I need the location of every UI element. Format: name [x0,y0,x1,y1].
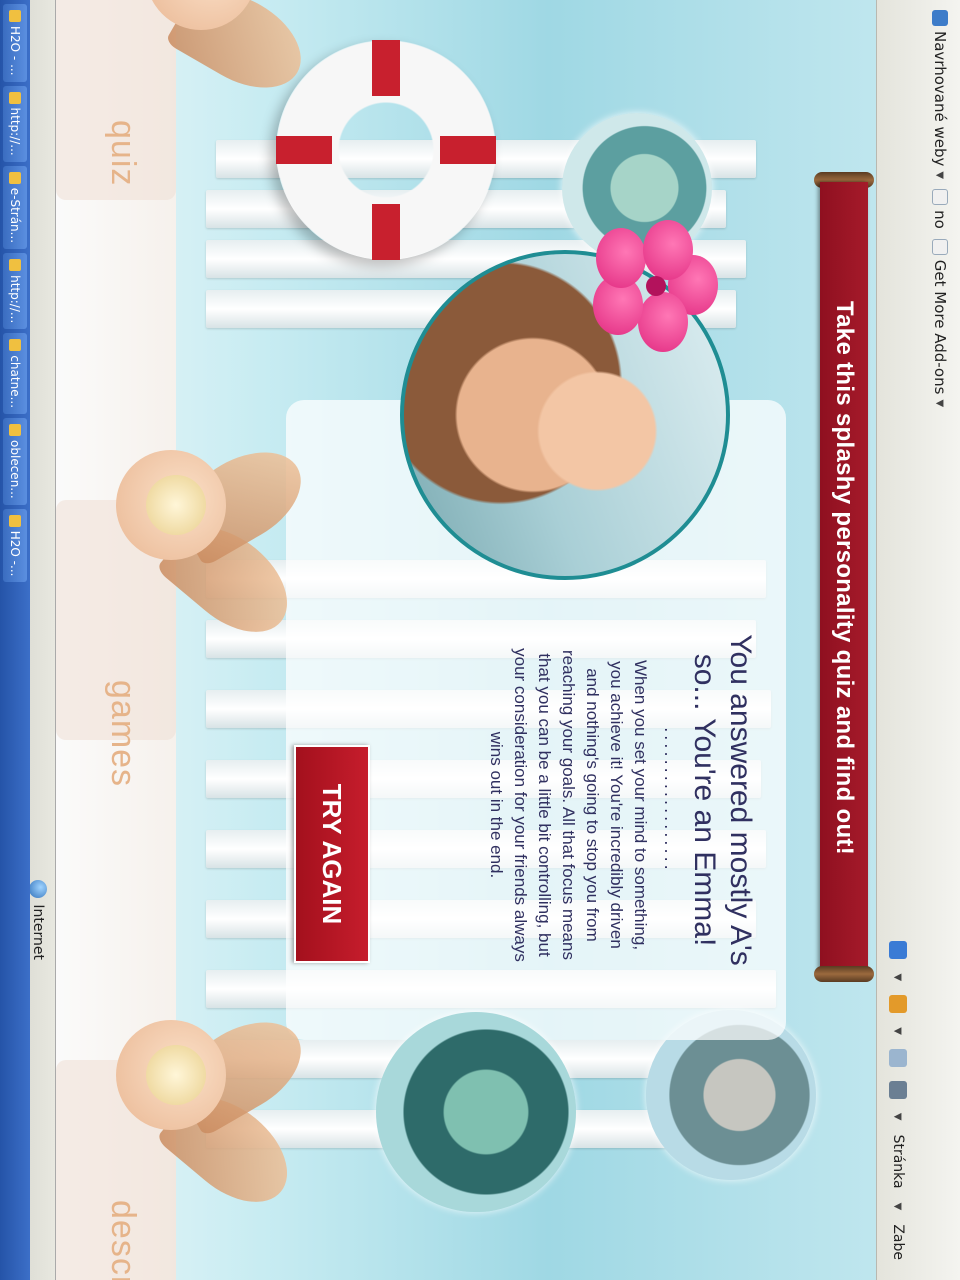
ie-icon [9,424,21,437]
taskbar-item[interactable]: H2O - ... [3,4,27,82]
result-text-line: reaching your goals. All that focus mean… [559,650,578,960]
taskbar-item[interactable]: http://... [3,253,27,330]
ie-icon [9,91,21,104]
ie-page-icon [932,10,948,26]
character-portrait-thumb [376,1012,576,1212]
taskbar-label: H2O - ... [8,26,22,76]
ie-icon [9,514,21,527]
taskbar-label: e-Strán... [8,187,22,244]
ie-icon [9,259,21,272]
bookmark-label: no [931,210,949,229]
taskbar-label: oblecen... [8,440,22,499]
result-text-line: that you can be a little bit controlling… [535,653,554,957]
chevron-down-icon[interactable]: ▼ [893,973,904,981]
mail-icon[interactable] [889,1048,907,1067]
result-text-line: and nothing's going to stop you from [583,668,602,942]
nav-quiz[interactable]: quiz [103,120,142,186]
mermaid-illustration [86,0,318,108]
page-menu[interactable]: Stránka [890,1135,906,1189]
bookmark-no[interactable]: no [931,189,949,229]
taskbar-item[interactable]: oblecen... [3,418,27,505]
chevron-down-icon: ▼ [934,399,946,408]
chat-icon [9,339,21,352]
ie-icon [9,10,21,22]
taskbar-item[interactable]: H2O -... [3,508,27,583]
quiz-page: Take this splashy personality quiz and f… [56,0,876,1280]
taskbar-item[interactable]: http://... [3,85,27,162]
chevron-down-icon[interactable]: ▼ [893,1113,904,1121]
bookmark-suggested-sites[interactable]: Navrhované weby ▼ [931,10,949,179]
result-text-line: wins out in the end. [487,731,506,879]
bookmark-label: Navrhované weby [931,31,949,167]
banner-scroll-end [814,966,874,982]
browser-toolbar: Navrhované weby ▼ no Get More Add-ons ▼ … [876,0,960,1280]
try-again-button[interactable]: TRY AGAIN [294,745,370,963]
result-description: When you set your mind to something, you… [484,585,652,1025]
mermaid-illustration [86,390,318,653]
hibiscus-flower-icon [588,220,718,352]
favorites-bar: Navrhované weby ▼ no Get More Add-ons ▼ [920,0,960,1280]
nav-games[interactable]: games [103,680,142,787]
result-heading: You answered mostly A's so... You're an … [686,590,758,1010]
security-zone[interactable]: Internet [29,880,47,960]
feeds-icon[interactable] [889,995,907,1014]
taskbar-label: http://... [8,107,22,156]
command-bar: ▼ ▼ ▼ Stránka ▼ Zabe [880,941,916,1260]
chevron-down-icon[interactable]: ▼ [893,1027,904,1035]
nav-description[interactable]: descr [103,1200,142,1280]
ie-page-icon [932,189,948,206]
print-icon[interactable] [889,1080,907,1099]
taskbar-item[interactable]: chatne... [3,333,27,415]
bookmark-label: Get More Add-ons [931,259,949,395]
taskbar-label: http://... [8,275,22,324]
chevron-down-icon: ▼ [934,171,946,180]
globe-icon [29,880,47,899]
ie-page-icon [932,238,948,255]
dotted-divider: .................. [661,727,680,873]
ie-icon [9,171,21,184]
result-text-line: When you set your mind to something, [631,659,650,951]
zone-label: Internet [30,904,46,960]
result-heading-line: You answered mostly A's [724,634,757,966]
taskbar: H2O - ... http://... e-Strán... http://.… [0,0,30,1280]
result-text-line: your consideration for your friends alwa… [511,648,530,962]
result-heading-line: so... You're an Emma! [688,653,721,947]
home-icon[interactable] [889,941,907,960]
mermaid-illustration [86,960,318,1223]
taskbar-label: H2O -... [8,530,22,577]
safety-menu[interactable]: Zabe [890,1224,906,1260]
chevron-down-icon[interactable]: ▼ [893,1203,904,1211]
result-text-line: you achieve it! You're incredibly driven [607,661,626,949]
browser-window: Navrhované weby ▼ no Get More Add-ons ▼ … [0,0,960,1280]
bookmark-get-addons[interactable]: Get More Add-ons ▼ [931,238,949,408]
quiz-banner: Take this splashy personality quiz and f… [820,182,868,974]
taskbar-label: chatne... [8,355,22,409]
taskbar-item[interactable]: e-Strán... [3,165,27,250]
